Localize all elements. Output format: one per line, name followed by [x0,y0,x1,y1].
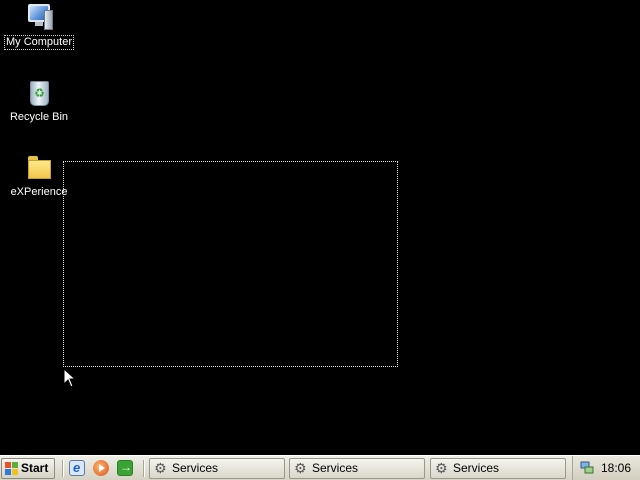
mouse-pointer-icon [63,368,77,388]
desktop-icon-recycle-bin[interactable]: ♻ Recycle Bin [2,77,76,124]
windows-flag-icon [5,462,18,475]
desktop-icon-my-computer[interactable]: My Computer [2,2,76,50]
taskbar-button-services[interactable]: ⚙ Services [149,458,285,479]
my-computer-icon [23,2,55,34]
internet-explorer-icon[interactable] [69,460,85,476]
network-icon[interactable] [580,461,594,475]
taskbar-separator [62,460,64,477]
taskbar-separator [143,460,145,477]
desktop-icon-label: Recycle Bin [9,111,69,123]
services-gear-icon: ⚙ [154,460,167,476]
taskbar: Start ⚙ Services ⚙ Services ⚙ Services 1… [0,455,640,480]
services-gear-icon: ⚙ [294,460,307,476]
desktop-icon-label: My Computer [3,35,75,50]
system-tray: 18:06 [572,456,640,480]
clock[interactable]: 18:06 [601,461,631,475]
services-gear-icon: ⚙ [435,460,448,476]
show-desktop-icon[interactable] [117,460,133,476]
folder-icon [23,152,55,184]
drag-selection-rectangle [63,161,398,367]
start-label: Start [21,461,49,475]
desktop[interactable]: My Computer ♻ Recycle Bin eXPerience [0,0,640,456]
taskbar-button-services[interactable]: ⚙ Services [289,458,425,479]
taskbar-button-services[interactable]: ⚙ Services [430,458,566,479]
start-button[interactable]: Start [1,458,55,479]
taskbar-button-label: Services [312,461,359,475]
taskbar-button-label: Services [453,461,500,475]
media-player-icon[interactable] [93,460,109,476]
taskbar-button-label: Services [172,461,219,475]
recycle-bin-icon: ♻ [23,77,55,109]
desktop-icon-label: eXPerience [10,186,68,198]
